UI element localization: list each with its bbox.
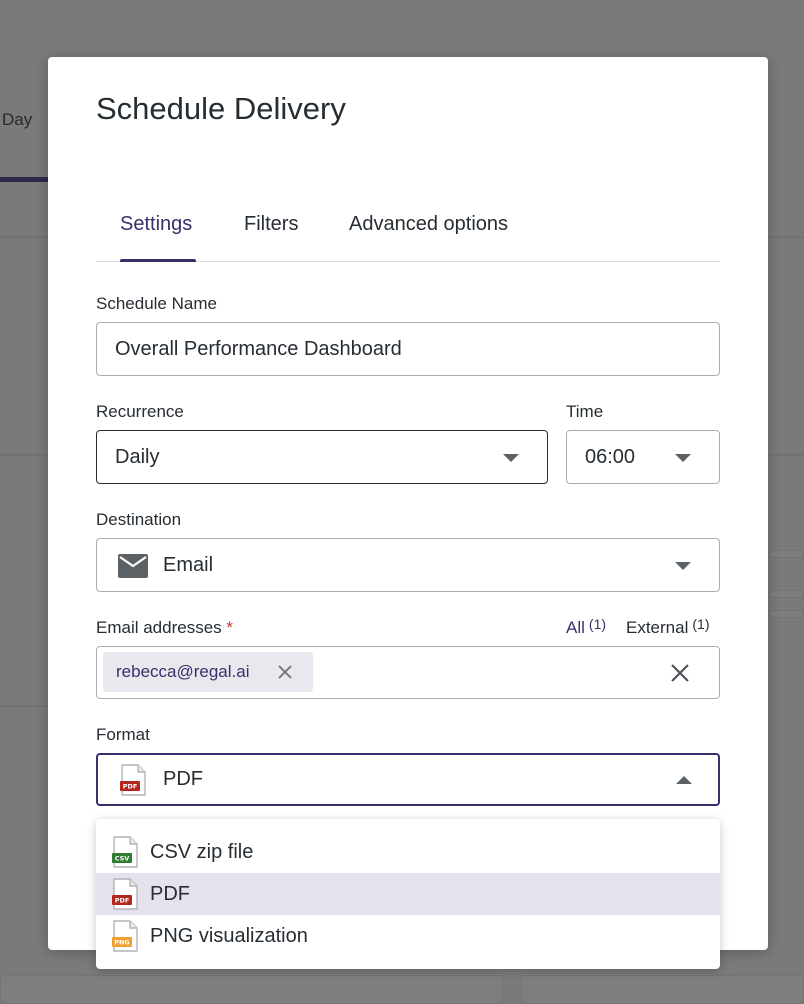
filter-external-link[interactable]: External (1) — [626, 616, 710, 638]
tab-settings[interactable]: Settings — [120, 213, 192, 236]
filter-all-count: (1) — [588, 616, 607, 632]
format-option-pdf-label: PDF — [150, 882, 190, 905]
filter-external-count: (1) — [692, 616, 710, 632]
svg-text:CSV: CSV — [115, 855, 130, 863]
csv-file-icon: CSV — [112, 836, 138, 868]
remove-chip-icon[interactable] — [275, 662, 295, 682]
pdf-file-icon: PDF — [112, 878, 138, 910]
background-divider — [0, 454, 48, 456]
background-divider — [0, 236, 48, 238]
background-divider — [768, 236, 804, 238]
background-tab-indicator — [0, 177, 48, 182]
format-option-csv[interactable]: CSV CSV zip file — [96, 831, 720, 873]
background-card — [768, 550, 804, 558]
tab-filters[interactable]: Filters — [244, 213, 298, 236]
email-addresses-label-text: Email addresses — [96, 618, 222, 637]
filter-all-link[interactable]: All (1) — [566, 616, 607, 638]
schedule-name-label: Schedule Name — [96, 294, 217, 313]
active-tab-indicator — [120, 259, 196, 262]
format-option-pdf[interactable]: PDF PDF — [96, 873, 720, 915]
dialog-tabs: Settings Filters Advanced options — [96, 197, 720, 262]
filter-all-label: All — [566, 618, 585, 637]
required-mark: * — [226, 618, 234, 637]
email-chip: rebecca@regal.ai — [103, 652, 313, 692]
background-tab-day: Day — [2, 110, 33, 129]
background-divider — [0, 705, 48, 707]
format-option-csv-label: CSV zip file — [150, 840, 254, 863]
background-card — [768, 590, 804, 598]
format-select[interactable]: PDF PDF — [96, 753, 720, 806]
background-card — [0, 975, 503, 1004]
email-addresses-input[interactable]: rebecca@regal.ai — [96, 646, 720, 699]
schedule-name-value: Overall Performance Dashboard — [115, 337, 402, 360]
time-value: 06:00 — [585, 445, 636, 468]
time-label: Time — [566, 402, 604, 421]
format-option-png[interactable]: PNG PNG visualization — [96, 915, 720, 957]
destination-label: Destination — [96, 510, 182, 529]
svg-text:PNG: PNG — [114, 939, 130, 947]
envelope-icon — [118, 554, 148, 578]
format-option-png-label: PNG visualization — [150, 924, 308, 947]
format-value: PDF — [163, 768, 203, 790]
background-divider — [768, 454, 804, 456]
destination-select[interactable]: Email — [96, 538, 720, 592]
recurrence-value: Daily — [115, 445, 160, 468]
background-card — [768, 610, 804, 618]
chevron-down-icon — [503, 454, 519, 462]
clear-all-icon[interactable] — [669, 662, 691, 684]
chevron-down-icon — [675, 454, 691, 462]
format-label: Format — [96, 725, 150, 744]
email-chip-label: rebecca@regal.ai — [116, 662, 250, 681]
recurrence-label: Recurrence — [96, 402, 184, 421]
svg-text:PDF: PDF — [123, 783, 138, 791]
recurrence-select[interactable]: Daily — [96, 430, 548, 484]
time-select[interactable]: 06:00 — [566, 430, 720, 484]
pdf-file-icon: PDF — [120, 764, 146, 796]
format-dropdown-menu: CSV CSV zip file PDF PDF PNG PNG visuali… — [96, 819, 720, 969]
svg-text:PDF: PDF — [115, 897, 130, 905]
filter-external-label: External — [626, 618, 689, 637]
schedule-name-input[interactable]: Overall Performance Dashboard — [96, 322, 720, 376]
destination-value: Email — [163, 553, 214, 576]
chevron-up-icon — [676, 776, 692, 784]
schedule-delivery-dialog: Schedule Delivery Settings Filters Advan… — [48, 57, 768, 950]
email-addresses-label: Email addresses * — [96, 618, 233, 638]
tab-advanced-options[interactable]: Advanced options — [349, 213, 508, 236]
chevron-down-icon — [675, 562, 691, 570]
png-file-icon: PNG — [112, 920, 138, 952]
dialog-title: Schedule Delivery — [96, 91, 346, 126]
background-card — [521, 975, 804, 1004]
